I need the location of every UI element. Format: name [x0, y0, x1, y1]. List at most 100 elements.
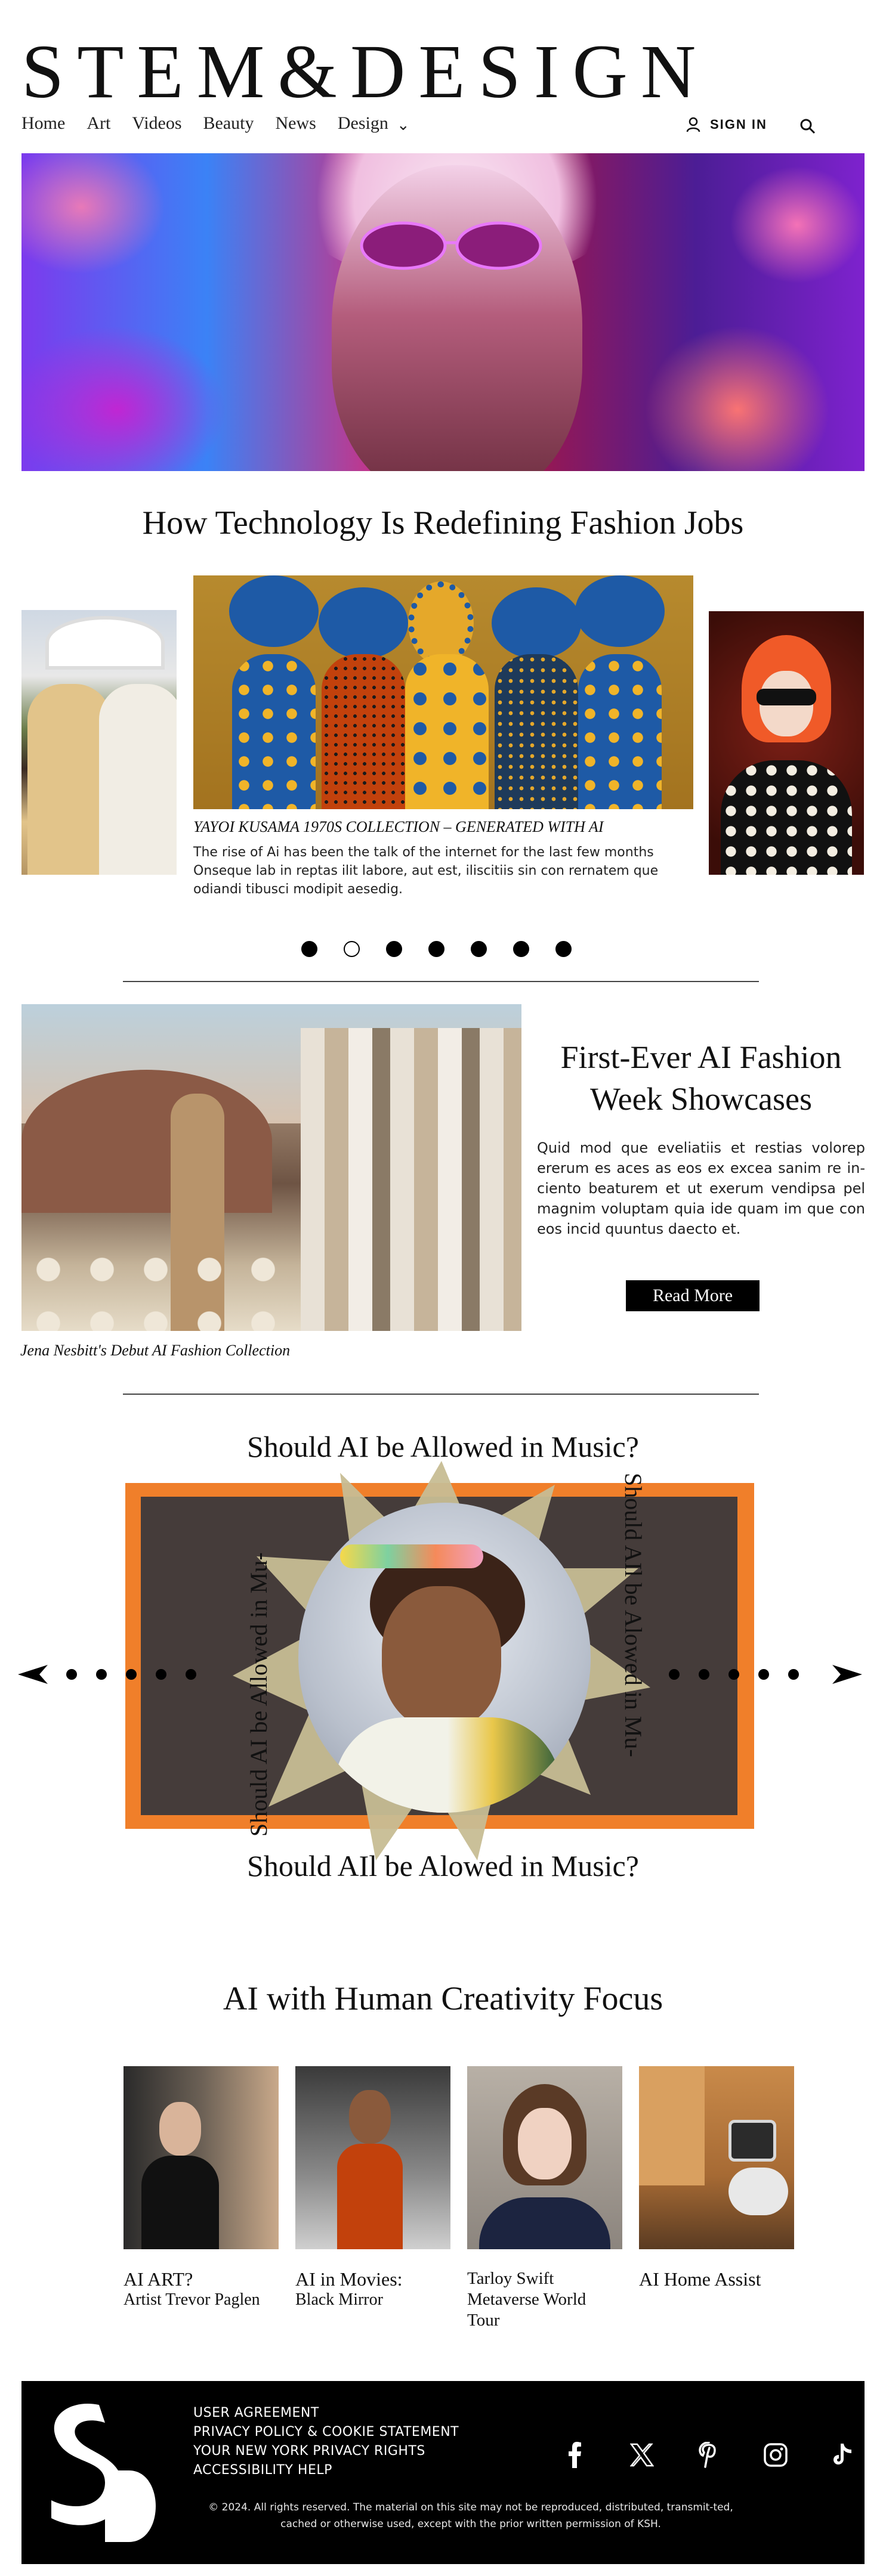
carousel-dot[interactable] [428, 941, 444, 957]
nav-design-label: Design [337, 113, 388, 133]
featured-body: The rise of Ai has been the talk of the … [193, 845, 659, 897]
card-metaverse-tour[interactable]: Tarloy Swift Metaverse World Tour [467, 2066, 622, 2331]
model-hair [575, 575, 665, 647]
read-more-button[interactable]: Read More [626, 1280, 760, 1311]
card-image[interactable] [295, 2066, 450, 2249]
card-title[interactable]: Tarloy Swift Metaverse World Tour [467, 2268, 622, 2331]
model-figure [99, 684, 177, 875]
featured-caption: YAYOI KUSAMA 1970S COLLECTION – GENERATE… [193, 818, 604, 835]
footer-links: USER AGREEMENT PRIVACY POLICY & COOKIE S… [193, 2404, 459, 2480]
building-shape [45, 616, 165, 670]
person-head [349, 2090, 391, 2144]
person-body [479, 2197, 610, 2249]
footer-link-user-agreement[interactable]: USER AGREEMENT [193, 2404, 459, 2423]
hill-shape [21, 1070, 272, 1213]
model-figure [27, 684, 111, 875]
card-title[interactable]: AI ART? [124, 2268, 279, 2290]
nav-videos[interactable]: Videos [132, 113, 181, 134]
card-image[interactable] [124, 2066, 279, 2249]
article-body: Quid mod que eveliatiis et restias volor… [537, 1140, 865, 1237]
music-prev-arrow[interactable] [18, 1664, 209, 1688]
hero-image[interactable] [21, 153, 865, 471]
card-subtitle: Artist Trevor Paglen [124, 2290, 260, 2309]
carousel-image-left[interactable] [21, 610, 177, 875]
card-title[interactable]: AI in Movies: [295, 2268, 450, 2290]
main-nav: Home Art Videos Beauty News Design ⌄ [21, 113, 410, 134]
footer-logo[interactable] [39, 2393, 159, 2551]
card-image[interactable] [467, 2066, 622, 2249]
nav-home[interactable]: Home [21, 113, 65, 134]
pampas-grass [21, 1243, 296, 1331]
divider [123, 981, 759, 982]
nav-art[interactable]: Art [87, 113, 110, 134]
carousel-dot[interactable] [555, 941, 572, 957]
card-ai-movies[interactable]: AI in Movies: Black Mirror [295, 2066, 450, 2331]
carousel-dot[interactable] [386, 941, 402, 957]
creativity-cards: AI ART? Artist Trevor Paglen AI in Movie… [124, 2066, 794, 2331]
article-image[interactable] [21, 1004, 521, 1331]
model-figure [232, 654, 316, 809]
sunglasses-graphic [360, 221, 542, 270]
polka-dot-outfit [721, 760, 852, 875]
hero-face [332, 165, 582, 471]
nav-beauty[interactable]: Beauty [203, 113, 254, 134]
music-next-arrow[interactable] [668, 1664, 871, 1688]
footer-link-ny-privacy[interactable]: YOUR NEW YORK PRIVACY RIGHTS [193, 2442, 459, 2461]
article-title[interactable]: First-Ever AI Fashion Week Showcases [537, 1036, 865, 1120]
footer-link-accessibility[interactable]: ACCESSIBILITY HELP [193, 2461, 459, 2480]
collage-panels [301, 1028, 521, 1331]
featured-title[interactable]: How Technology Is Redefining Fashion Job… [0, 504, 886, 542]
artist-shirt [334, 1717, 561, 1813]
robot-body [728, 2168, 788, 2215]
person-body [141, 2156, 219, 2249]
person-face [518, 2108, 572, 2179]
user-icon [686, 117, 700, 132]
sign-in-button[interactable]: SIGN IN [686, 117, 767, 132]
carousel-image-right[interactable] [709, 611, 864, 875]
music-title-bottom[interactable]: Should AIl be Alowed in Music? [0, 1849, 886, 1883]
model-hair [229, 575, 319, 647]
pinterest-icon[interactable] [692, 2438, 726, 2472]
robot-screen [728, 2120, 776, 2162]
search-icon[interactable] [799, 118, 816, 137]
model-figure [578, 654, 662, 809]
model-hair [492, 587, 581, 659]
music-vertical-left: Should AI be Allowed in Mu- [245, 1552, 272, 1837]
creativity-title[interactable]: AI with Human Creativity Focus [0, 1980, 886, 2018]
x-icon[interactable] [625, 2438, 659, 2472]
model-hair [408, 581, 474, 665]
carousel-dot[interactable] [513, 941, 529, 957]
model-figure [495, 654, 578, 809]
sign-in-label: SIGN IN [710, 117, 767, 132]
chevron-down-icon: ⌄ [396, 116, 410, 134]
article-caption: Jena Nesbitt's Debut AI Fashion Collecti… [20, 1342, 291, 1359]
site-logo[interactable]: STEM&DESIGN [21, 30, 709, 113]
carousel-image-center[interactable] [193, 575, 693, 809]
card-ai-home-assist[interactable]: AI Home Assist [639, 2066, 794, 2331]
carousel-dot[interactable] [471, 941, 487, 957]
artist-face [382, 1586, 501, 1729]
carousel-dot-active[interactable] [344, 941, 360, 957]
model-figure [322, 654, 405, 809]
nav-design[interactable]: Design ⌄ [338, 113, 410, 134]
social-links [558, 2438, 859, 2472]
person-head [159, 2102, 201, 2156]
facebook-icon[interactable] [558, 2438, 592, 2472]
tiktok-icon[interactable] [826, 2438, 859, 2472]
model-hair [319, 587, 408, 659]
hair-clips [340, 1544, 483, 1568]
person-body [337, 2144, 403, 2249]
door-shape [639, 2066, 705, 2185]
music-vertical-right: Should AIl be Alowed in Mu- [620, 1473, 647, 1757]
card-title[interactable]: AI Home Assist [639, 2268, 794, 2290]
site-footer: USER AGREEMENT PRIVACY POLICY & COOKIE S… [21, 2381, 865, 2564]
model-figure [405, 654, 489, 809]
card-ai-art[interactable]: AI ART? Artist Trevor Paglen [124, 2066, 279, 2331]
footer-link-privacy-policy[interactable]: PRIVACY POLICY & COOKIE STATEMENT [193, 2423, 459, 2442]
card-subtitle: Black Mirror [295, 2290, 383, 2309]
card-image[interactable] [639, 2066, 794, 2249]
instagram-icon[interactable] [759, 2438, 792, 2472]
carousel-dot[interactable] [301, 941, 317, 957]
music-artist-image[interactable] [298, 1503, 591, 1813]
nav-news[interactable]: News [276, 113, 316, 134]
